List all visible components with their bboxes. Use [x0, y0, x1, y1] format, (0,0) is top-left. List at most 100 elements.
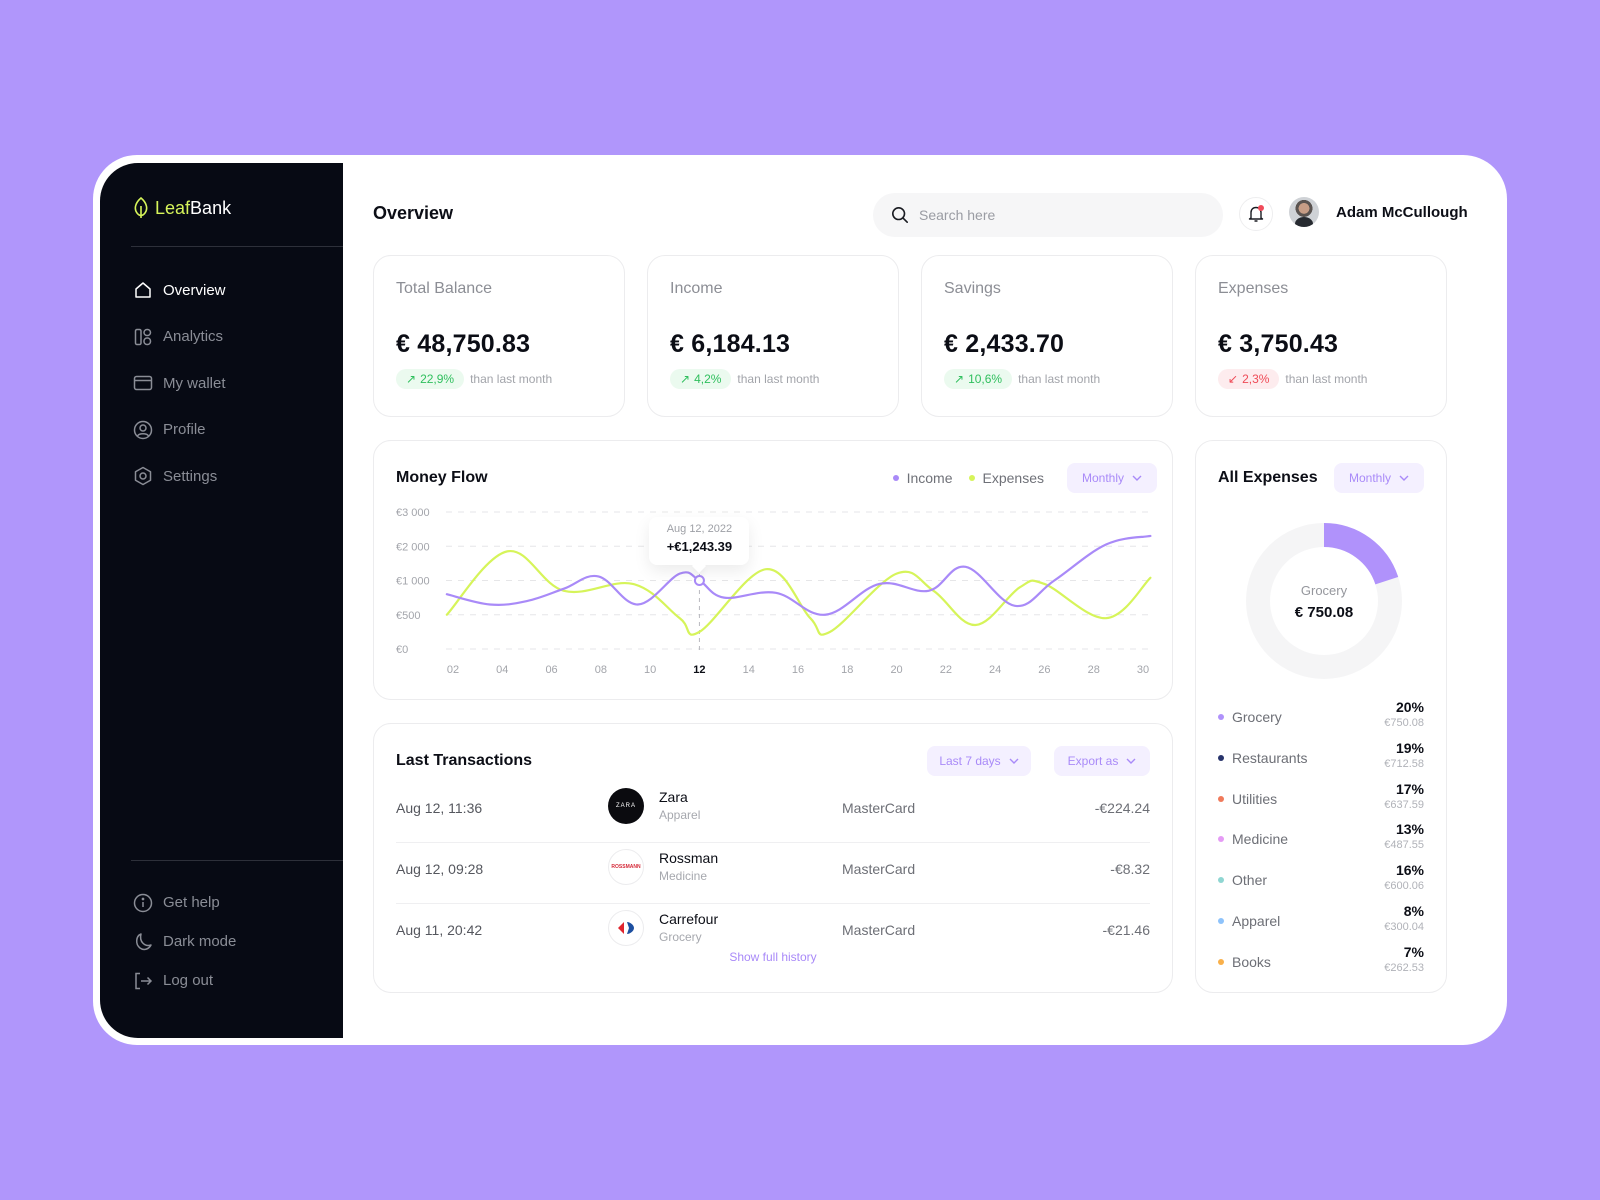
expenses-period-dropdown[interactable]: Monthly — [1334, 463, 1424, 493]
sidebar-item-overview[interactable]: Overview — [133, 267, 333, 314]
category-dot — [1218, 714, 1224, 720]
category-name: Medicine — [1232, 831, 1289, 848]
sidebar-item-log-out[interactable]: Log out — [133, 961, 333, 1000]
arrow-up-right-icon: ↗ — [954, 372, 965, 386]
sidebar-item-label: Overview — [163, 281, 226, 299]
transaction-row[interactable]: Aug 12, 11:36 ZARA Zara Apparel MasterCa… — [396, 782, 1150, 843]
sidebar-item-label: My wallet — [163, 374, 226, 392]
category-amount: €600.06 — [1384, 880, 1424, 893]
sidebar-item-get-help[interactable]: Get help — [133, 883, 333, 922]
sidebar-item-my-wallet[interactable]: My wallet — [133, 360, 333, 407]
transactions-card: Last Transactions Last 7 days Export as … — [373, 723, 1173, 993]
expense-item-grocery[interactable]: Grocery 20% €750.08 — [1218, 699, 1424, 740]
sidebar-item-label: Log out — [163, 972, 214, 989]
transaction-date: Aug 11, 20:42 — [396, 922, 483, 938]
y-tick-label: €1 000 — [396, 576, 430, 588]
search-input[interactable] — [919, 207, 1179, 223]
logout-icon — [135, 972, 153, 989]
stat-note: than last month — [1018, 372, 1101, 386]
logo[interactable]: LeafBank — [133, 197, 231, 219]
category-name: Apparel — [1232, 912, 1281, 929]
all-expenses-title: All Expenses — [1218, 469, 1318, 486]
home-icon — [135, 282, 151, 298]
expense-item-other[interactable]: Other 16% €600.06 — [1218, 862, 1424, 903]
x-tick-label: 24 — [989, 664, 1001, 676]
stat-note: than last month — [470, 372, 553, 386]
notifications-button[interactable] — [1239, 197, 1273, 231]
category-percent: 13% — [1395, 821, 1424, 838]
brand-leaf: Leaf — [155, 197, 191, 218]
x-tick-label: 16 — [792, 664, 804, 676]
chevron-down-icon — [1126, 758, 1136, 764]
transaction-amount: -€224.24 — [1094, 800, 1150, 816]
stat-value: € 2,433.70 — [944, 330, 1065, 358]
all-expenses-card: All Expenses Monthly Grocery € 750.08 Gr — [1195, 440, 1447, 993]
expense-item-medicine[interactable]: Medicine 13% €487.55 — [1218, 821, 1424, 862]
search-bar[interactable] — [873, 193, 1223, 237]
tooltip-value: +€1,243.39 — [666, 538, 733, 554]
rossmann-logo: ROSSMANN — [608, 849, 644, 885]
expense-category-list: Grocery 20% €750.08 Restaurants 19% €712… — [1218, 699, 1424, 985]
stat-value: € 48,750.83 — [396, 330, 531, 358]
expense-item-restaurants[interactable]: Restaurants 19% €712.58 — [1218, 740, 1424, 781]
x-tick-label: 14 — [743, 664, 755, 676]
series-line-income — [445, 534, 1152, 616]
transaction-date: Aug 12, 09:28 — [396, 861, 484, 877]
date-range-dropdown[interactable]: Last 7 days — [927, 746, 1031, 776]
expense-item-apparel[interactable]: Apparel 8% €300.04 — [1218, 903, 1424, 944]
expense-item-books[interactable]: Books 7% €262.53 — [1218, 944, 1424, 985]
merchant-category: Medicine — [659, 869, 708, 883]
sidebar-item-profile[interactable]: Profile — [133, 407, 333, 454]
export-dropdown[interactable]: Export as — [1054, 746, 1150, 776]
money-flow-chart: €0 €500 €1 000 €2 000 €3 000 02 04 06 08 10 12 14 16… — [396, 507, 1152, 676]
merchant-name: Carrefour — [659, 911, 719, 927]
y-tick-label: €3 000 — [396, 507, 430, 519]
notification-dot — [1258, 205, 1264, 211]
expense-item-utilities[interactable]: Utilities 17% €637.59 — [1218, 781, 1424, 822]
change-value: 10,6% — [968, 372, 1003, 386]
x-tick-label: 28 — [1088, 664, 1100, 676]
category-dot — [1218, 836, 1224, 843]
transaction-amount: -€21.46 — [1102, 922, 1150, 938]
user-avatar[interactable] — [1289, 197, 1319, 227]
sidebar-item-label: Analytics — [163, 328, 224, 346]
sidebar-item-label: Dark mode — [163, 933, 237, 950]
leaf-icon — [134, 197, 148, 218]
app-window: LeafBank Overview Analytics My wallet Pr… — [93, 155, 1507, 1045]
stat-label: Income — [670, 280, 723, 297]
profile-icon — [133, 420, 153, 439]
category-percent: 7% — [1403, 943, 1424, 960]
sidebar-divider — [131, 860, 343, 861]
sidebar-item-analytics[interactable]: Analytics — [133, 314, 333, 361]
category-percent: 20% — [1395, 699, 1424, 715]
sidebar-item-dark-mode[interactable]: Dark mode — [133, 922, 333, 961]
page-title: Overview — [373, 203, 454, 223]
category-amount: €750.08 — [1384, 717, 1424, 729]
show-full-history-link[interactable]: Show full history — [374, 950, 1172, 964]
sidebar-item-label: Get help — [163, 894, 220, 911]
money-flow-card: Money Flow Income Expenses Monthly €0 €50… — [373, 440, 1173, 700]
donut-center-label: Grocery — [1300, 583, 1348, 598]
category-dot — [1218, 754, 1224, 761]
sidebar-item-settings[interactable]: Settings — [133, 453, 333, 500]
main-nav: Overview Analytics My wallet Profile Set… — [133, 267, 333, 500]
change-badge: ↗ 22,9% — [396, 369, 465, 389]
category-name: Restaurants — [1232, 749, 1308, 766]
stat-label: Expenses — [1218, 280, 1289, 297]
transaction-date: Aug 12, 11:36 — [396, 800, 483, 816]
category-name: Grocery — [1232, 709, 1282, 725]
dropdown-label: Export as — [1067, 754, 1119, 768]
category-percent: 8% — [1403, 902, 1424, 919]
x-tick-label: 20 — [890, 664, 902, 676]
transaction-amount: -€8.32 — [1110, 861, 1150, 877]
transaction-row[interactable]: Aug 12, 09:28 ROSSMANN Rossman Medicine … — [396, 843, 1150, 904]
category-percent: 16% — [1395, 862, 1424, 879]
category-dot — [1218, 877, 1224, 884]
stat-note: than last month — [1285, 372, 1368, 386]
y-tick-label: €0 — [396, 644, 408, 656]
x-tick-label: 18 — [841, 664, 853, 676]
user-name[interactable]: Adam McCullough — [1336, 204, 1468, 221]
category-amount: €637.59 — [1384, 798, 1424, 811]
category-percent: 19% — [1395, 739, 1424, 756]
category-name: Books — [1232, 953, 1271, 970]
